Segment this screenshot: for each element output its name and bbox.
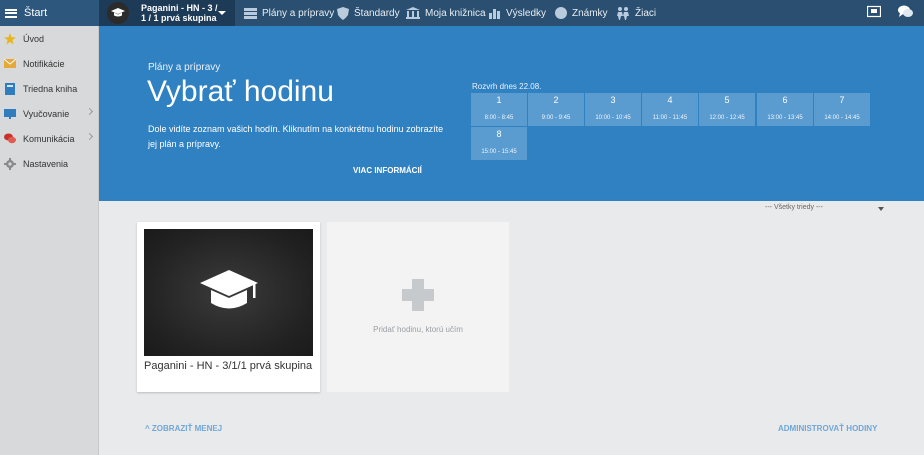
sidebar-item-label: Nastavenia xyxy=(23,158,69,169)
slot-time: 15:00 - 15:45 xyxy=(481,149,517,155)
menu-icon xyxy=(5,8,17,18)
sidebar: Úvod Notifikácie Triedna kniha Vyučovani… xyxy=(0,26,99,455)
chevron-up-icon: ^ xyxy=(145,424,150,433)
sidebar-item-label: Notifikácie xyxy=(23,58,65,69)
course-name-line1: Paganini - HN - 3 / xyxy=(141,3,218,13)
slot-time: 14:00 - 14:45 xyxy=(824,115,860,121)
nav-students[interactable]: Žiaci xyxy=(616,0,656,26)
sidebar-item-vyucovanie[interactable]: Vyučovanie xyxy=(0,101,98,126)
grades-icon xyxy=(555,7,567,19)
layers-icon xyxy=(244,7,257,19)
schedule-label: Rozvrh dnes 22.08. xyxy=(472,82,542,91)
show-less-label: ZOBRAZIŤ MENEJ xyxy=(151,424,223,433)
schedule-slot[interactable]: 1 8:00 - 8:45 xyxy=(471,93,527,126)
schedule-slot[interactable]: 7 14:00 - 14:45 xyxy=(814,93,870,126)
schedule-slot[interactable]: 4 11:00 - 11:45 xyxy=(642,93,698,126)
graduation-cap-icon xyxy=(111,8,125,17)
students-icon xyxy=(617,6,629,20)
start-label: Štart xyxy=(24,7,48,19)
gear-icon xyxy=(4,157,16,170)
schedule-slot[interactable]: 6 13:00 - 13:45 xyxy=(757,93,813,126)
sidebar-item-label: Úvod xyxy=(23,33,45,44)
show-less-button[interactable]: ^ ZOBRAZIŤ MENEJ xyxy=(145,424,222,433)
sidebar-item-nastavenia[interactable]: Nastavenia xyxy=(0,151,98,176)
sidebar-item-label: Vyučovanie xyxy=(23,108,70,119)
slot-number: 7 xyxy=(839,95,845,105)
nav-plans[interactable]: Plány a prípravy xyxy=(244,0,334,26)
chevron-down-icon xyxy=(218,11,226,15)
manage-lessons-button[interactable]: ADMINISTROVAŤ HODINY xyxy=(778,424,877,433)
class-filter-select[interactable]: --- Všetky triedy --- xyxy=(765,204,887,216)
cast-icon[interactable] xyxy=(867,5,881,18)
slot-number: 1 xyxy=(496,95,502,105)
add-lesson-card[interactable]: Pridať hodinu, ktorú učím xyxy=(327,222,509,392)
caret-down-icon xyxy=(878,207,884,211)
nav-students-label: Žiaci xyxy=(635,7,657,19)
slot-time: 10:00 - 10:45 xyxy=(595,115,631,121)
sidebar-item-triedna-kniha[interactable]: Triedna kniha xyxy=(0,76,98,101)
graduation-cap-icon xyxy=(199,269,258,308)
top-bar: Štart Paganini - HN - 3 / 1 / 1 prvá sku… xyxy=(0,0,924,26)
more-info-link[interactable]: VIAC INFORMÁCIÍ xyxy=(353,166,422,175)
hero-subtitle: Plány a prípravy xyxy=(148,62,221,73)
speech-bubbles-icon xyxy=(4,133,16,144)
hero-banner: Plány a prípravy Vybrať hodinu Dole vidí… xyxy=(99,26,924,201)
hero-description: Dole vidíte zoznam vašich hodín. Kliknut… xyxy=(148,124,444,149)
book-icon xyxy=(5,82,15,95)
sidebar-item-uvod[interactable]: Úvod xyxy=(0,26,98,51)
add-lesson-label: Pridať hodinu, ktorú učím xyxy=(373,325,463,334)
star-icon xyxy=(4,32,16,44)
nav-plans-label: Plány a prípravy xyxy=(262,7,335,19)
sidebar-item-komunikacia[interactable]: Komunikácia xyxy=(0,126,98,151)
course-avatar xyxy=(107,2,129,24)
chevron-right-icon xyxy=(85,107,94,116)
bar-chart-icon xyxy=(489,8,500,19)
class-filter-value: --- Všetky triedy --- xyxy=(765,204,823,211)
library-icon xyxy=(406,7,420,19)
chat-icon[interactable] xyxy=(898,5,913,19)
slot-time: 9:00 - 9:45 xyxy=(541,115,571,121)
start-menu-button[interactable]: Štart xyxy=(0,0,99,26)
slot-time: 8:00 - 8:45 xyxy=(484,115,514,121)
nav-library[interactable]: Moja knižnica xyxy=(406,0,486,26)
lesson-card[interactable]: Paganini - HN - 3/1/1 prvá skupina xyxy=(137,222,320,392)
course-selector[interactable]: Paganini - HN - 3 / 1 / 1 prvá skupina xyxy=(99,0,235,26)
schedule-slot[interactable]: 2 9:00 - 9:45 xyxy=(528,93,584,126)
nav-library-label: Moja knižnica xyxy=(425,7,486,19)
envelope-icon xyxy=(4,59,16,68)
nav-results[interactable]: Výsledky xyxy=(489,0,546,26)
nav-standards[interactable]: Štandardy xyxy=(337,0,400,26)
board-icon xyxy=(4,108,16,119)
slot-number: 6 xyxy=(782,95,788,105)
slot-number: 5 xyxy=(724,95,730,105)
chevron-right-icon xyxy=(85,132,94,141)
lesson-card-image xyxy=(144,229,313,356)
nav-grades-label: Známky xyxy=(572,7,608,19)
slot-time: 13:00 - 13:45 xyxy=(767,115,803,121)
slot-number: 2 xyxy=(553,95,559,105)
lesson-card-name: Paganini - HN - 3/1/1 prvá skupina xyxy=(144,360,313,372)
slot-time: 12:00 - 12:45 xyxy=(709,115,745,121)
nav-grades[interactable]: Známky xyxy=(555,0,608,26)
sidebar-item-label: Triedna kniha xyxy=(23,83,78,94)
sidebar-item-notifikacie[interactable]: Notifikácie xyxy=(0,51,98,76)
nav-results-label: Výsledky xyxy=(506,7,547,19)
slot-number: 4 xyxy=(667,95,673,105)
slot-number: 8 xyxy=(496,129,502,139)
schedule-slot[interactable]: 5 12:00 - 12:45 xyxy=(699,93,755,126)
shield-icon xyxy=(337,6,349,20)
page-title: Vybrať hodinu xyxy=(147,75,334,108)
schedule-slot[interactable]: 8 15:00 - 15:45 xyxy=(471,127,527,160)
course-name-line2: 1 / 1 prvá skupina xyxy=(141,13,217,23)
nav-standards-label: Štandardy xyxy=(354,7,400,19)
slot-number: 3 xyxy=(610,95,616,105)
schedule-slot[interactable]: 3 10:00 - 10:45 xyxy=(585,93,641,126)
sidebar-item-label: Komunikácia xyxy=(23,133,75,144)
slot-time: 11:00 - 11:45 xyxy=(652,115,688,121)
